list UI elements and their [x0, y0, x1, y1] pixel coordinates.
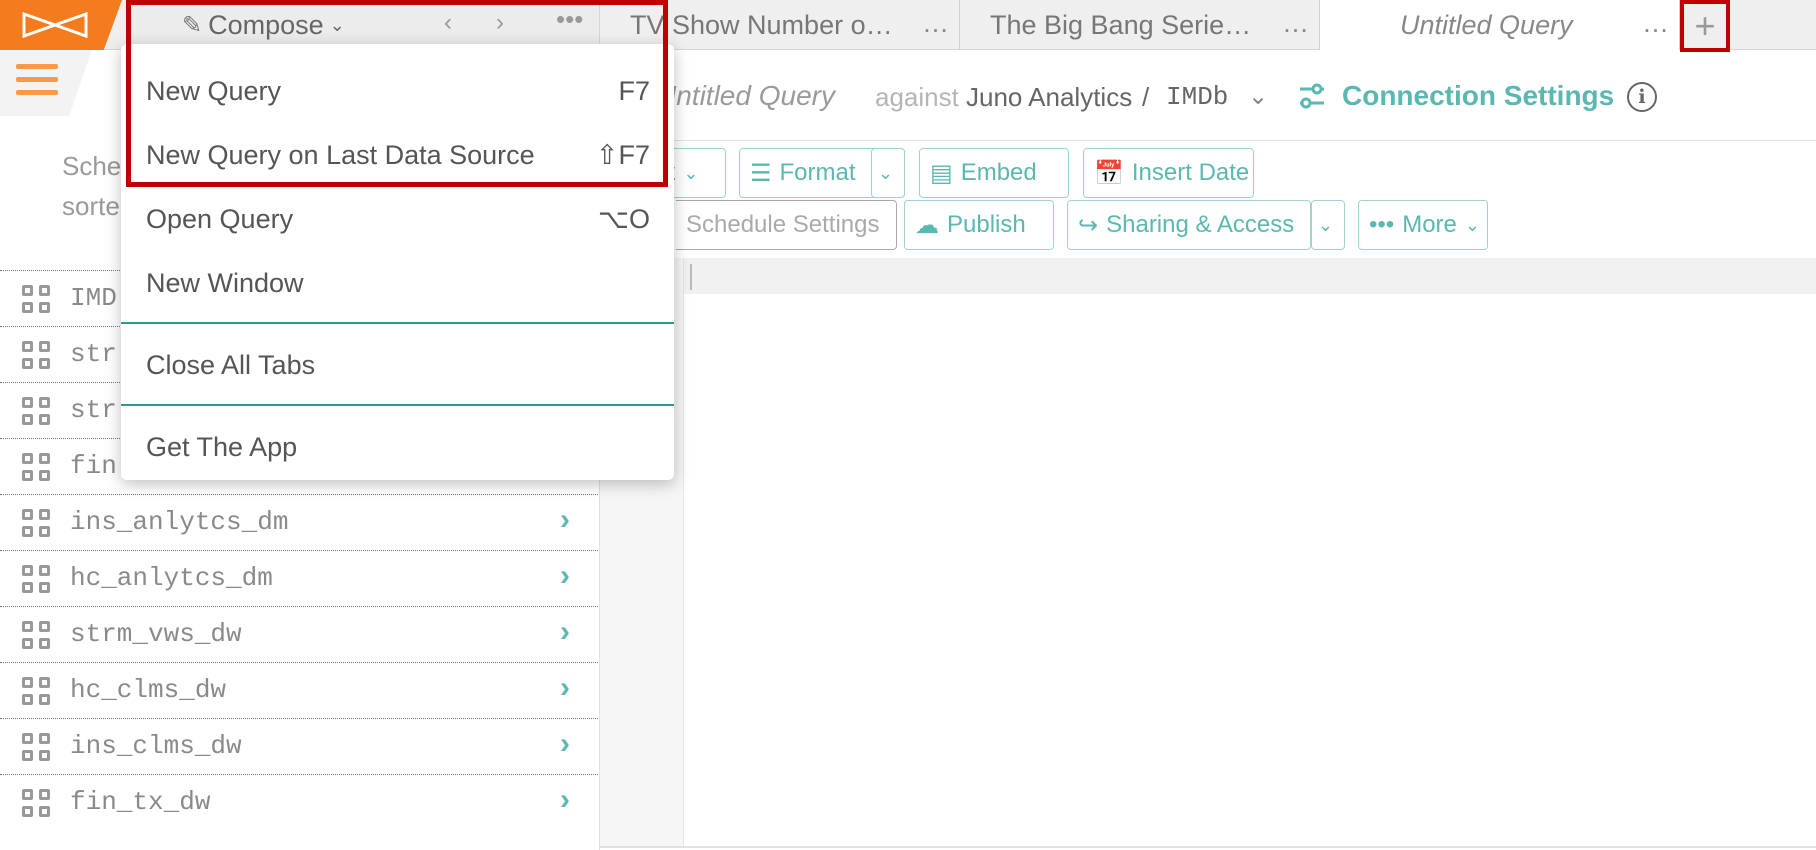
share-arrow-icon: ↪	[1078, 211, 1099, 239]
against-label: against	[875, 82, 959, 112]
back-arrow-icon[interactable]: ‹	[444, 9, 452, 37]
schema-grid-icon	[22, 733, 52, 763]
tab-menu-icon[interactable]: …	[1642, 8, 1669, 39]
menu-item-new-window[interactable]: New Window	[121, 256, 674, 312]
format-dropdown-button[interactable]: ⌄	[871, 148, 905, 198]
shortcut: ⇧F7	[595, 140, 650, 170]
chevron-down-icon: ⌄	[1318, 214, 1334, 235]
plus-icon: +	[1694, 5, 1716, 46]
bowtie-logo-icon	[22, 11, 88, 39]
app-logo[interactable]	[0, 0, 122, 50]
menu-separator	[121, 404, 674, 406]
insert-date-button[interactable]: 📅 Insert Date	[1083, 148, 1254, 198]
compose-tab: ✎ Compose ⌄ ‹ › •••	[126, 0, 600, 50]
datasource-name[interactable]: Juno Analytics	[966, 82, 1132, 113]
compose-button[interactable]: ✎ Compose ⌄	[182, 7, 345, 43]
chevron-right-icon[interactable]: ›	[560, 671, 570, 705]
shortcut: ⌥O	[597, 204, 650, 234]
hamburger-menu-icon[interactable]	[16, 64, 58, 98]
schema-row[interactable]: ins_clms_dw ›	[0, 718, 598, 774]
schema-grid-icon	[22, 621, 52, 651]
schema-row[interactable]: fin_tx_dw ›	[0, 774, 598, 830]
connection-settings-button[interactable]: Connection Settings	[1342, 80, 1614, 112]
shortcut: F7	[618, 76, 650, 106]
chevron-down-icon: ⌄	[683, 162, 699, 183]
calendar-icon: 📅	[1094, 159, 1124, 187]
path-separator: /	[1142, 82, 1150, 112]
schema-row[interactable]: hc_clms_dw ›	[0, 662, 598, 718]
feather-icon: ✎	[182, 11, 203, 39]
database-name[interactable]: IMDb	[1166, 82, 1228, 112]
info-icon[interactable]: i	[1627, 82, 1657, 112]
chevron-right-icon[interactable]: ›	[560, 503, 570, 537]
schema-grid-icon	[22, 509, 52, 539]
chevron-down-icon: ⌄	[329, 14, 345, 35]
schema-name: fin_tx_dw	[70, 787, 211, 817]
menu-item-open-query[interactable]: Open Query ⌥O	[121, 192, 674, 248]
chevron-right-icon[interactable]: ›	[560, 615, 570, 649]
menu-item-new-query[interactable]: New Query F7	[121, 64, 674, 120]
more-dots-icon: •••	[1369, 211, 1395, 238]
schema-name: str	[70, 339, 117, 369]
schema-name: str	[70, 395, 117, 425]
schema-name: strm_vws_dw	[70, 619, 242, 649]
chevron-right-icon[interactable]: ›	[560, 559, 570, 593]
compose-dropdown-menu: New Query F7 New Query on Last Data Sour…	[121, 44, 674, 480]
editor-cursor	[690, 264, 692, 290]
schema-grid-icon	[22, 341, 52, 371]
sharing-access-button[interactable]: ↪ Sharing & Access	[1067, 200, 1311, 250]
tab-untitled-query[interactable]: Untitled Query …	[1320, 0, 1680, 50]
tab-label: Untitled Query	[1400, 10, 1573, 40]
more-options-icon[interactable]: •••	[556, 4, 583, 35]
tab-label: The Big Bang Serie…	[990, 10, 1252, 40]
embed-icon: ▤	[930, 159, 953, 187]
chevron-down-icon: ⌄	[878, 162, 894, 183]
tab-menu-icon[interactable]: …	[922, 8, 949, 39]
new-tab-button[interactable]: +	[1680, 0, 1730, 52]
sliders-icon[interactable]	[1296, 80, 1328, 112]
menu-item-get-the-app[interactable]: Get The App	[121, 420, 674, 476]
schema-row[interactable]: strm_vws_dw ›	[0, 606, 598, 662]
compose-label: Compose	[208, 9, 324, 40]
editor-active-line[interactable]	[684, 258, 1816, 294]
schema-name: hc_clms_dw	[70, 675, 227, 705]
schema-name: ins_anlytcs_dm	[70, 507, 289, 537]
menu-item-close-all-tabs[interactable]: Close All Tabs	[121, 338, 674, 394]
editor-bottom-border	[600, 846, 1816, 848]
schedule-settings-button[interactable]: Schedule Settings	[676, 200, 897, 250]
publish-button[interactable]: ☁ Publish	[904, 200, 1054, 250]
more-button[interactable]: ••• More ⌄	[1358, 200, 1488, 250]
tab-menu-icon[interactable]: …	[1282, 8, 1309, 39]
schema-grid-icon	[22, 677, 52, 707]
menu-item-new-query-last-source[interactable]: New Query on Last Data Source ⇧F7	[121, 128, 674, 184]
tab-bar: ✎ Compose ⌄ ‹ › ••• TV Show Number o… … …	[0, 0, 1816, 52]
schema-name: fin	[70, 451, 117, 481]
header-divider	[600, 140, 1816, 141]
chevron-down-icon: ⌄	[1464, 214, 1480, 235]
schema-name: hc_anlytcs_dm	[70, 563, 273, 593]
cloud-upload-icon: ☁	[915, 211, 939, 239]
query-title[interactable]: Untitled Query	[656, 80, 835, 112]
embed-button[interactable]: ▤ Embed	[919, 148, 1069, 198]
sidebar-description: Sche sorte	[62, 151, 122, 221]
schema-grid-icon	[22, 789, 52, 819]
schema-grid-icon	[22, 565, 52, 595]
sharing-dropdown-button[interactable]: ⌄	[1311, 200, 1345, 250]
menu-separator	[121, 322, 674, 324]
schema-name: IMD	[70, 283, 117, 313]
schema-grid-icon	[22, 397, 52, 427]
format-lines-icon: ☰	[750, 159, 772, 187]
chevron-right-icon[interactable]: ›	[560, 727, 570, 761]
schema-grid-icon	[22, 285, 52, 315]
schema-name: ins_clms_dw	[70, 731, 242, 761]
schema-row[interactable]: ins_anlytcs_dm ›	[0, 494, 598, 550]
tab-label: TV Show Number o…	[630, 10, 893, 40]
schema-row[interactable]: hc_anlytcs_dm ›	[0, 550, 598, 606]
tab-tv-show[interactable]: TV Show Number o… …	[600, 0, 960, 50]
schema-grid-icon	[22, 453, 52, 483]
chevron-down-icon[interactable]: ⌄	[1248, 82, 1268, 111]
chevron-right-icon[interactable]: ›	[560, 783, 570, 817]
forward-arrow-icon[interactable]: ›	[496, 9, 504, 37]
tab-big-bang[interactable]: The Big Bang Serie… …	[960, 0, 1320, 50]
